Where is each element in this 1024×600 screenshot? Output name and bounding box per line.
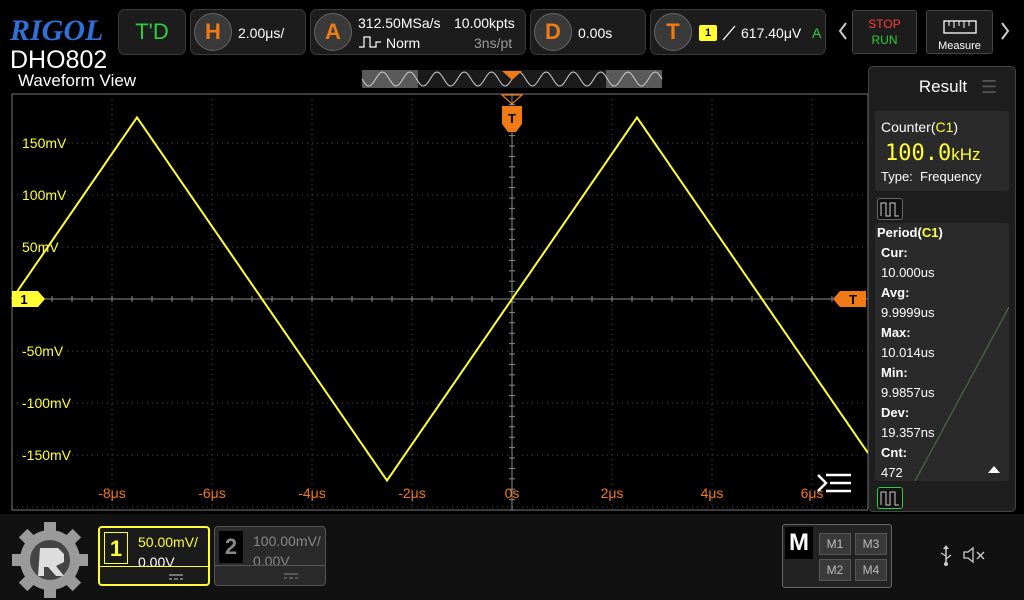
- delay-icon: D: [534, 13, 572, 51]
- x-axis-label: 0s: [505, 485, 520, 501]
- acquire-icon: A: [314, 13, 352, 51]
- acquire-mode-icon: [359, 36, 381, 48]
- y-axis-label: 50mV: [22, 239, 59, 255]
- channel-1-marker[interactable]: 1: [12, 291, 45, 307]
- horizontal-icon: H: [194, 13, 232, 51]
- period-row-label: Cnt:: [881, 445, 907, 460]
- stop-run-button[interactable]: STOP RUN: [852, 10, 917, 54]
- trigger-mode: A: [812, 25, 822, 41]
- svg-text:T: T: [849, 292, 857, 307]
- channel-2-box[interactable]: 2 100.00mV/ 0.00V: [214, 526, 326, 586]
- acquire-box[interactable]: A 312.50MSa/s Norm 10.00kpts 3ns/pt: [310, 9, 526, 55]
- result-menu-icon[interactable]: ☰: [981, 77, 997, 98]
- sample-rate: 312.50MSa/s: [358, 15, 441, 31]
- sample-interval: 3ns/pt: [474, 35, 513, 51]
- period-row-value: 472: [881, 465, 903, 480]
- svg-text:1: 1: [20, 292, 27, 307]
- delay-value: 0.00s: [578, 25, 613, 41]
- waveform-grid: [11, 93, 868, 511]
- collapse-up-icon[interactable]: [987, 464, 1001, 474]
- period-row-label: Avg:: [881, 285, 910, 300]
- delay-box[interactable]: D 0.00s: [530, 9, 646, 55]
- math-label: M: [785, 527, 813, 559]
- x-axis-label: -8μs: [98, 485, 126, 501]
- y-axis-label: 100mV: [22, 187, 67, 203]
- period-row-value: 10.000us: [881, 265, 935, 280]
- period-row-label: Dev:: [881, 405, 910, 420]
- horizontal-box[interactable]: H 2.00μs/: [190, 9, 306, 55]
- horizontal-scale: 2.00μs/: [238, 25, 285, 41]
- speaker-mute-icon[interactable]: [962, 546, 988, 564]
- math-slot-m4[interactable]: M4: [855, 559, 887, 581]
- counter-value: 100.0kHz: [885, 141, 981, 166]
- channel-1-offset: 0.00V: [138, 554, 175, 570]
- channel-1-scale: 50.00mV/: [138, 534, 198, 550]
- channel-2-scale: 100.00mV/: [253, 533, 321, 549]
- dc-coupling-icon: [284, 573, 298, 579]
- td-button[interactable]: T'D: [118, 9, 186, 55]
- svg-text:T: T: [508, 111, 516, 126]
- brand-logo: RIGOL: [10, 14, 104, 47]
- period-row-label: Min:: [881, 365, 908, 380]
- chevron-right-icon[interactable]: [1000, 22, 1010, 40]
- waveform-view[interactable]: T 150mV 100mV 50mV -50mV -100mV -150mV -8μs -6…: [0, 62, 868, 514]
- math-slot-m3[interactable]: M3: [855, 533, 887, 555]
- period-title: Period(C1): [877, 225, 943, 240]
- top-toolbar: RIGOL DHO802 T'D H 2.00μs/ A 312.50MSa/s…: [0, 0, 1024, 74]
- result-panel: Result ☰ Counter(C1) 100.0kHz Type: Freq…: [868, 66, 1016, 512]
- home-gear-icon[interactable]: [10, 520, 90, 600]
- period-row-value: 9.9857us: [881, 385, 935, 400]
- trigger-level: 617.40μV: [741, 25, 802, 41]
- trigger-time-marker[interactable]: T: [502, 106, 522, 132]
- acquire-mode: Norm: [386, 35, 421, 51]
- y-axis-label: -150mV: [22, 447, 72, 463]
- math-slot-m2[interactable]: M2: [819, 559, 851, 581]
- chevron-left-icon[interactable]: [838, 22, 848, 40]
- y-axis-label: -100mV: [22, 395, 72, 411]
- y-axis-label: 150mV: [22, 135, 67, 151]
- x-axis-label: -2μs: [398, 485, 426, 501]
- counter-title: Counter(C1): [881, 119, 959, 135]
- stop-label: STOP: [868, 17, 901, 31]
- rising-edge-icon: [722, 25, 736, 41]
- x-axis-labels: -8μs-6μs-4μs-2μs0s2μs4μs6μs8μs: [98, 485, 823, 501]
- x-axis-label: 2μs: [601, 485, 624, 501]
- x-axis-label: 4μs: [701, 485, 724, 501]
- ruler-icon: [943, 20, 977, 34]
- waveform-title: Waveform View: [18, 71, 137, 90]
- channel-2-number: 2: [219, 531, 243, 563]
- period-row-label: Max:: [881, 325, 911, 340]
- period-row-value: 19.357ns: [881, 425, 935, 440]
- counter-card[interactable]: Counter(C1) 100.0kHz Type: Frequency: [875, 111, 1009, 191]
- measure-button[interactable]: Measure: [926, 10, 993, 54]
- math-box[interactable]: M M1 M3 M2 M4: [782, 524, 892, 588]
- trigger-level-marker[interactable]: T: [833, 291, 866, 307]
- waveform-thumbnail-icon[interactable]: [877, 487, 903, 509]
- trigger-box[interactable]: T 1 617.40μV A: [650, 9, 826, 55]
- dc-coupling-icon: [169, 574, 183, 580]
- channel-2-offset: 0.00V: [253, 553, 290, 569]
- channel-1-box[interactable]: 1 50.00mV/ 0.00V: [98, 526, 210, 586]
- x-axis-label: -4μs: [298, 485, 326, 501]
- counter-type: Type: Frequency: [881, 169, 982, 184]
- trigger-icon: T: [654, 13, 692, 51]
- period-thumbnail-icon[interactable]: [877, 198, 903, 220]
- channel-1-number: 1: [104, 532, 128, 564]
- y-axis-label: -50mV: [22, 343, 64, 359]
- trigger-source-badge: 1: [699, 25, 717, 41]
- period-card[interactable]: Period(C1) Cur: 10.000us Avg: 9.9999us Max: 1…: [875, 223, 1009, 481]
- period-row-value: 9.9999us: [881, 305, 935, 320]
- math-slot-m1[interactable]: M1: [819, 533, 851, 555]
- memory-depth: 10.00kpts: [454, 15, 515, 31]
- usb-icon: [940, 545, 952, 566]
- period-row-label: Cur:: [881, 245, 908, 260]
- measure-label: Measure: [938, 40, 981, 52]
- period-row-value: 10.014us: [881, 345, 935, 360]
- bottom-toolbar: 1 50.00mV/ 0.00V 2 100.00mV/ 0.00V M M1 …: [0, 514, 1024, 600]
- x-axis-label: -6μs: [198, 485, 226, 501]
- run-label: RUN: [871, 33, 898, 47]
